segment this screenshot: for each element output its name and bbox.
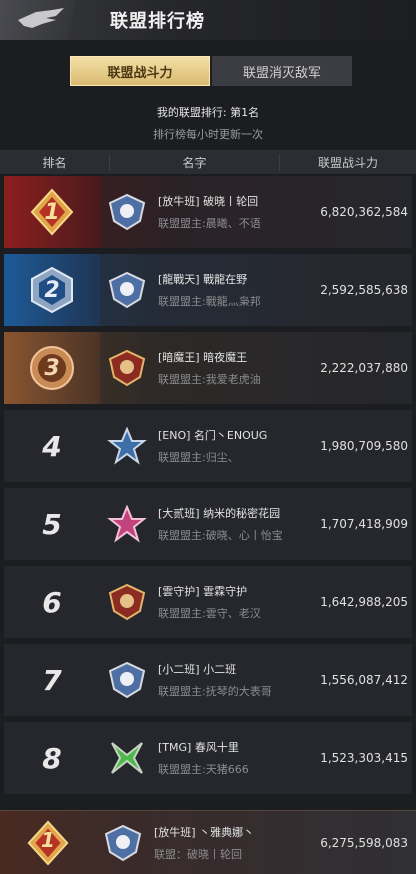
alliance-name: [雲守护] 雲霖守护 [158, 585, 248, 598]
blue-white-shield-emblem-icon [96, 824, 150, 862]
rank-badge: 1 [0, 819, 96, 867]
alliance-power: 1,707,418,909 [320, 517, 408, 531]
my-player-name: [放牛班] 丶雅典娜丶 [154, 825, 255, 839]
alliance-name: [ENO] 名门丶ENOUG [158, 429, 268, 442]
alliance-leader: 联盟盟主:我爱老虎油 [158, 373, 261, 386]
alliance-name: [龍戰天] 戰龍在野 [158, 273, 248, 286]
alliance-leader: 联盟盟主:晨曦、不语 [158, 217, 261, 230]
alliance-power: 2,222,037,880 [320, 361, 408, 375]
page-title: 联盟排行榜 [110, 11, 205, 32]
table-row[interactable]: 6 [雲守护] 雲霖守护 联盟盟主:雲守、老汉 1,642,988,205 [4, 566, 412, 638]
alliance-name: [暗魔王] 暗夜魔王 [158, 351, 248, 364]
rank-info: 我的联盟排行: 第1名 排行榜每小时更新一次 [0, 104, 416, 142]
alliance-power: 6,820,362,584 [320, 205, 408, 219]
alliance-power: 1,642,988,205 [320, 595, 408, 609]
blue-star-emblem-icon [100, 427, 154, 465]
pink-star-emblem-icon [100, 505, 154, 543]
table-row[interactable]: 7 [小二班] 小二班 联盟盟主:抚琴的大表哥 1,556,087,412 [4, 644, 412, 716]
table-row[interactable]: 5 [大贰班] 纳米的秘密花园 联盟盟主:破晓、心丨怡宝 1,707,418,9… [4, 488, 412, 560]
header-power: 联盟战斗力 [317, 155, 378, 170]
tab-alliance-power[interactable]: 联盟战斗力 [70, 56, 210, 86]
table-row[interactable]: 3 [暗魔王] 暗夜魔王 联盟盟主:我爱老虎油 2,222,037,880 [4, 332, 412, 404]
blue-white-shield-emblem-icon [100, 271, 154, 309]
alliance-name: [TMG] 春风十里 [158, 741, 239, 754]
alliance-name: [大贰班] 纳米的秘密花园 [158, 507, 281, 520]
blue-white-shield-emblem-icon [100, 193, 154, 231]
green-x-emblem-icon [100, 739, 154, 777]
alliance-power: 1,556,087,412 [320, 673, 408, 687]
rank-badge: 1 [4, 176, 100, 248]
table-row[interactable]: 2 [龍戰天] 戰龍在野 联盟盟主:戰龍灬枭邦 2,592,585,638 [4, 254, 412, 326]
alliance-leader: 联盟盟主:天猪666 [158, 763, 249, 776]
alliance-power: 1,980,709,580 [320, 439, 408, 453]
alliance-leader: 联盟盟主:雲守、老汉 [158, 607, 261, 620]
my-alliance-name: 联盟：破晓丨轮回 [154, 847, 242, 861]
rank-number: 4 [42, 429, 62, 463]
table-header: 排名 名字 联盟战斗力 [0, 150, 416, 174]
alliance-name: [放牛班] 破晓丨轮回 [158, 195, 259, 208]
alliance-power: 2,592,585,638 [320, 283, 408, 297]
alliance-power: 1,523,303,415 [320, 751, 408, 765]
update-note: 排行榜每小时更新一次 [153, 128, 263, 141]
my-power: 6,275,598,083 [320, 835, 408, 850]
header-bar: 联盟排行榜 [0, 0, 416, 40]
table-row[interactable]: 1 [放牛班] 破晓丨轮回 联盟盟主:晨曦、不语 6,820,362,584 [4, 176, 412, 248]
alliance-name: [小二班] 小二班 [158, 663, 237, 676]
table-row[interactable]: 4 [ENO] 名门丶ENOUG 联盟盟主:归尘、 1,980,709,580 [4, 410, 412, 482]
alliance-leader: 联盟盟主:抚琴的大表哥 [158, 685, 272, 698]
table-row[interactable]: 8 [TMG] 春风十里 联盟盟主:天猪666 1,523,303,415 [4, 722, 412, 794]
header-name: 名字 [110, 153, 280, 171]
my-alliance-row[interactable]: 1 [放牛班] 丶雅典娜丶 联盟：破晓丨轮回 6,275,598,083 [0, 810, 416, 874]
rank-number: 8 [42, 741, 62, 775]
header-rank: 排名 [0, 153, 110, 171]
blue-white-shield-emblem-icon [100, 661, 154, 699]
red-gold-shield-emblem-icon [100, 349, 154, 387]
my-alliance-rank: 我的联盟排行: 第1名 [156, 106, 260, 119]
rank-number: 5 [42, 507, 62, 541]
alliance-leader: 联盟盟主:归尘、 [158, 451, 239, 464]
rank-badge: 2 [4, 254, 100, 326]
tab-alliance-kills[interactable]: 联盟消灭敌军 [212, 56, 352, 86]
alliance-leader: 联盟盟主:破晓、心丨怡宝 [158, 529, 283, 542]
rank-number: 6 [42, 585, 62, 619]
eagle-logo-icon[interactable] [0, 0, 100, 40]
red-gold-shield-emblem-icon [100, 583, 154, 621]
tab-bar: 联盟战斗力 联盟消灭敌军 [70, 56, 352, 86]
alliance-leader: 联盟盟主:戰龍灬枭邦 [158, 295, 261, 308]
rank-badge: 3 [4, 332, 100, 404]
rank-number: 7 [42, 663, 62, 697]
